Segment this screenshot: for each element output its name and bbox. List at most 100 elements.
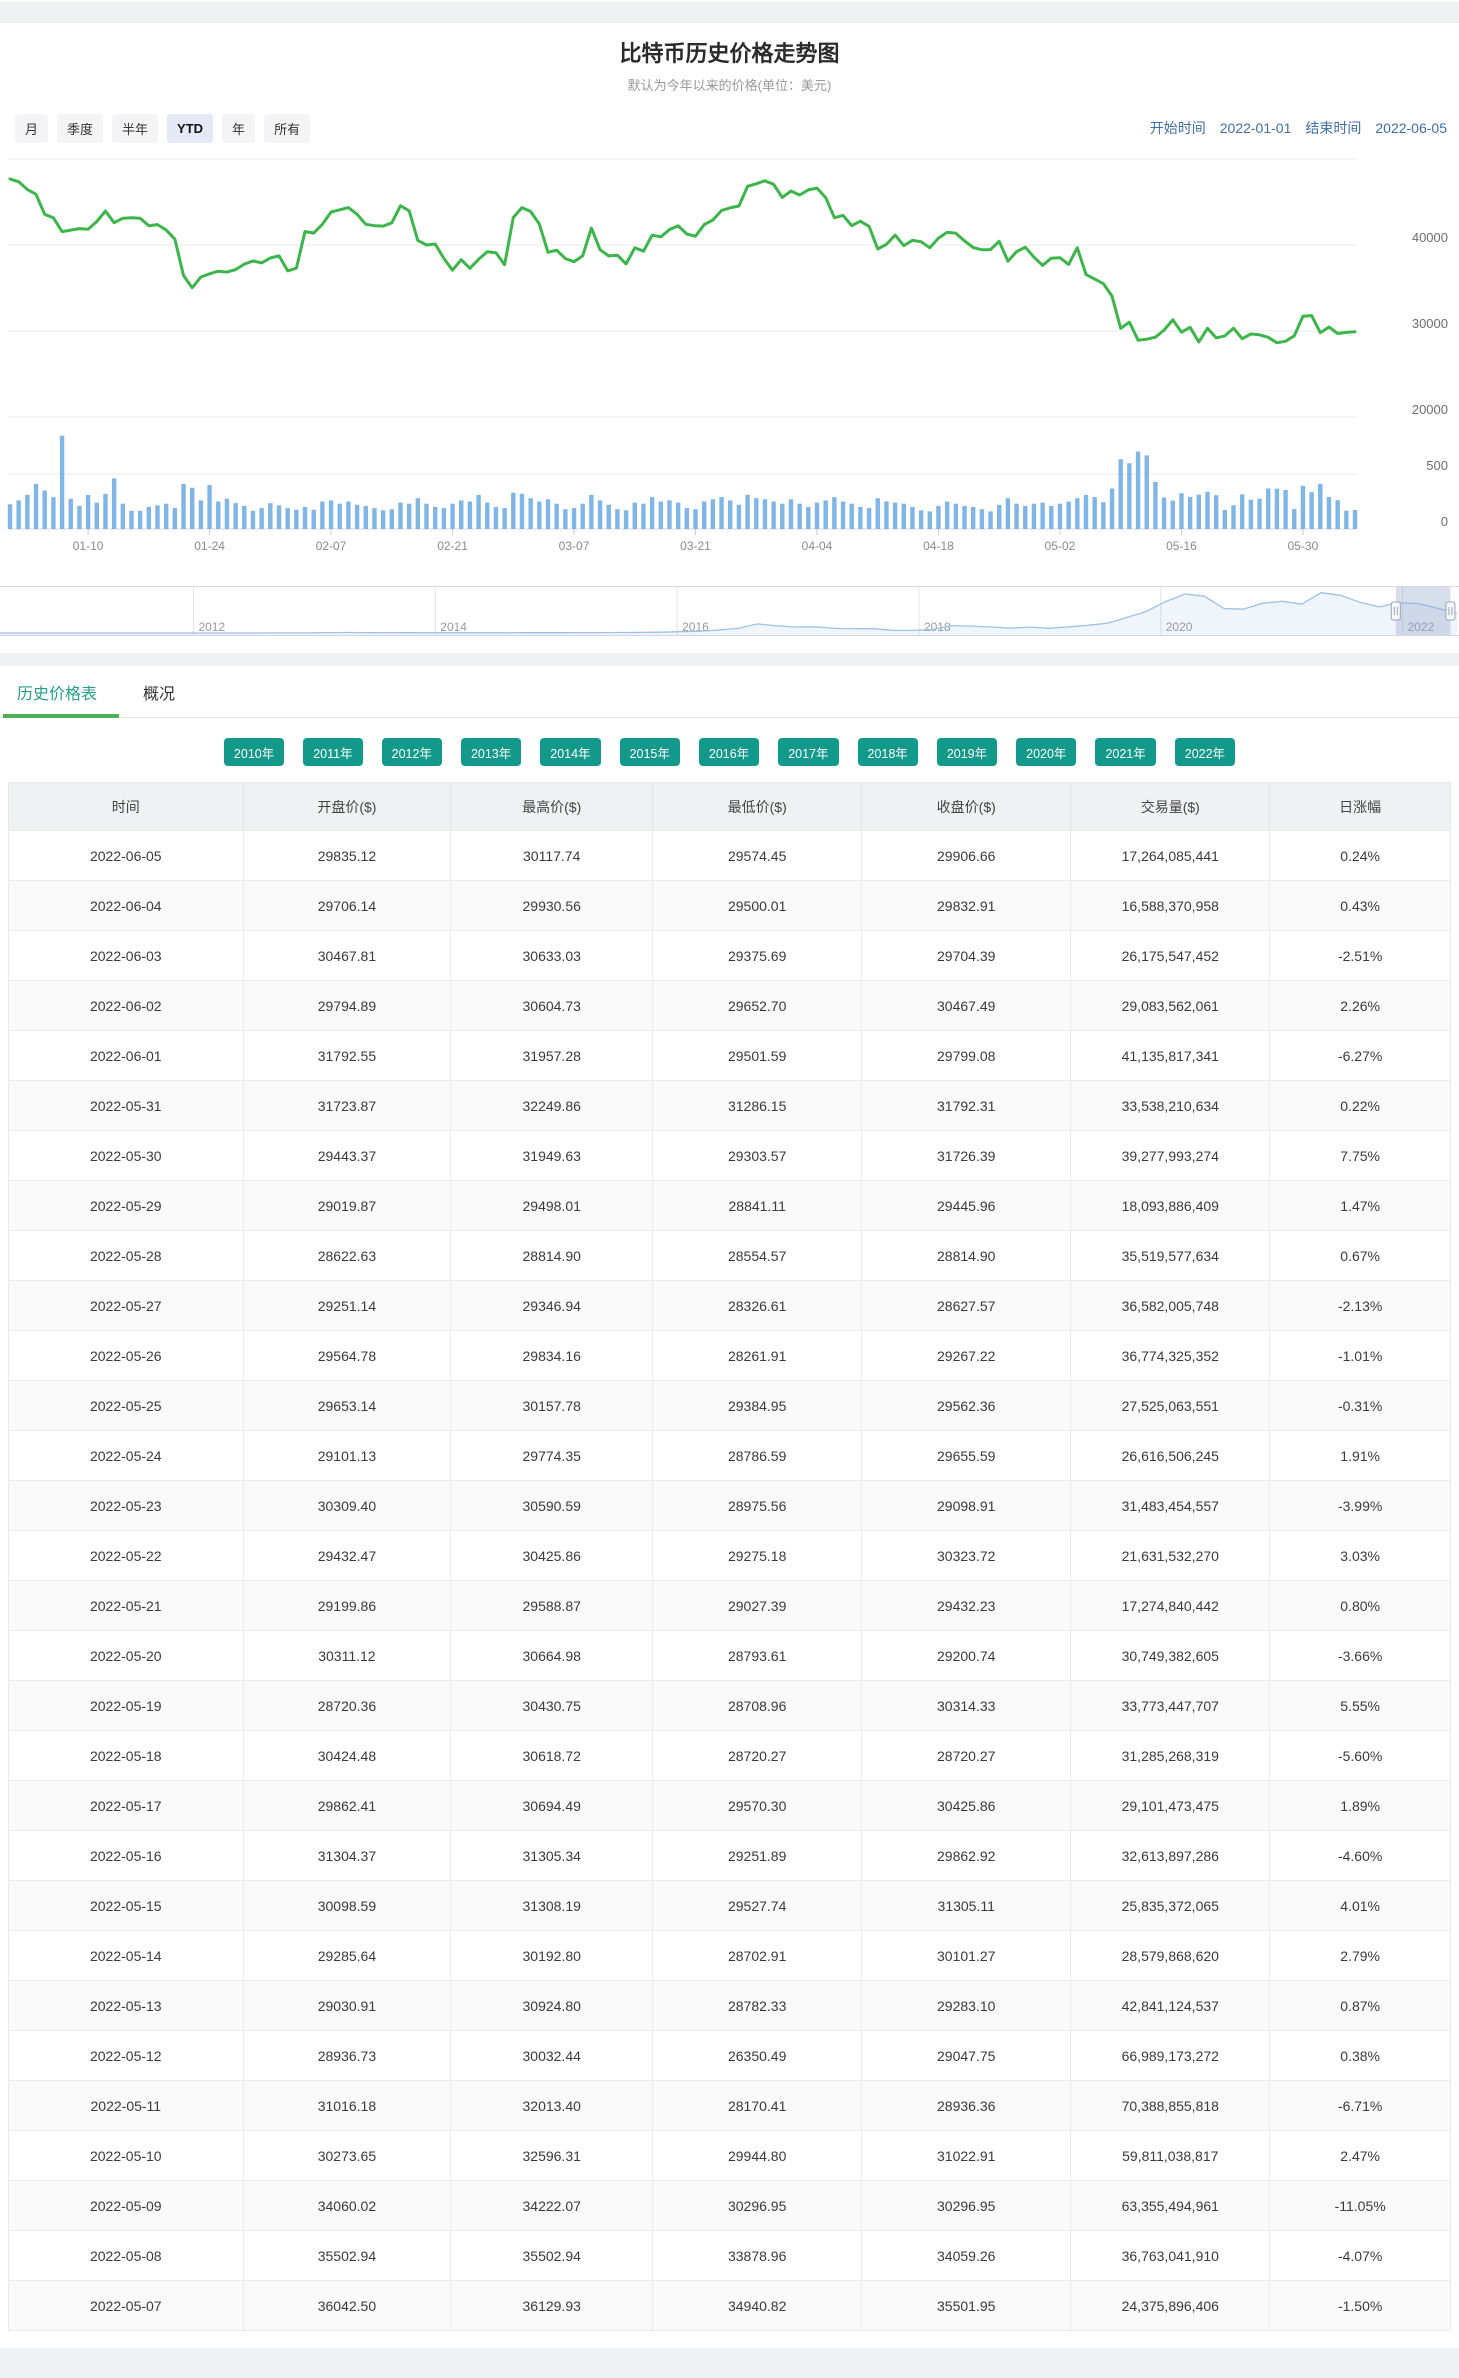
table-cell: 30664.98 xyxy=(451,1631,653,1681)
year-button-2013[interactable]: 2013年 xyxy=(461,738,521,766)
table-cell: -4.60% xyxy=(1270,1831,1451,1881)
table-cell: 30032.44 xyxy=(451,2031,653,2081)
table-cell: 35502.94 xyxy=(451,2231,653,2281)
table-cell: 29098.91 xyxy=(862,1481,1071,1531)
table-cell: 29653.14 xyxy=(243,1381,451,1431)
table-cell: 3.03% xyxy=(1270,1531,1451,1581)
table-row: 2022-06-0131792.5531957.2829501.5929799.… xyxy=(9,1031,1451,1081)
table-cell: 2.47% xyxy=(1270,2131,1451,2181)
svg-text:05-16: 05-16 xyxy=(1166,539,1197,553)
range-button-3-active[interactable]: YTD xyxy=(167,114,213,143)
svg-text:30000: 30000 xyxy=(1412,316,1448,331)
year-button-row: 2010年 2011年 2012年 2013年 2014年 2015年 2016年 2017年… xyxy=(0,738,1459,766)
table-cell: 29564.78 xyxy=(243,1331,451,1381)
table-cell: 29862.41 xyxy=(243,1781,451,1831)
table-cell: 31016.18 xyxy=(243,2081,451,2131)
start-date-value[interactable]: 2022-01-01 xyxy=(1220,120,1292,136)
range-button-0[interactable]: 月 xyxy=(15,114,48,143)
table-cell: 29799.08 xyxy=(862,1031,1071,1081)
table-row: 2022-06-0330467.8130633.0329375.6929704.… xyxy=(9,931,1451,981)
table-cell: 30430.75 xyxy=(451,1681,653,1731)
price-volume-chart[interactable]: 200003000040000500001-1001-2402-0702-210… xyxy=(0,145,1459,570)
year-button-2017[interactable]: 2017年 xyxy=(778,738,838,766)
table-cell: 29,101,473,475 xyxy=(1071,1781,1270,1831)
tab-history-price-table[interactable]: 历史价格表 xyxy=(17,666,97,717)
table-cell: 30098.59 xyxy=(243,1881,451,1931)
table-cell: 29562.36 xyxy=(862,1381,1071,1431)
table-cell: 36042.50 xyxy=(243,2281,451,2331)
table-cell: 31286.15 xyxy=(653,1081,862,1131)
table-cell: 2022-05-13 xyxy=(9,1981,244,2031)
table-cell: 31305.34 xyxy=(451,1831,653,1881)
table-cell: -4.07% xyxy=(1270,2231,1451,2281)
year-button-2016[interactable]: 2016年 xyxy=(699,738,759,766)
year-button-2022[interactable]: 2022年 xyxy=(1175,738,1235,766)
table-cell: 29588.87 xyxy=(451,1581,653,1631)
navigator-handle-left[interactable] xyxy=(1391,602,1400,620)
table-cell: 4.01% xyxy=(1270,1881,1451,1931)
price-line xyxy=(10,179,1355,343)
year-button-2020[interactable]: 2020年 xyxy=(1016,738,1076,766)
range-button-1[interactable]: 季度 xyxy=(57,114,103,143)
table-cell: 2022-05-08 xyxy=(9,2231,244,2281)
table-cell: 28936.73 xyxy=(243,2031,451,2081)
year-button-2018[interactable]: 2018年 xyxy=(858,738,918,766)
svg-text:20000: 20000 xyxy=(1412,402,1448,417)
year-button-2011[interactable]: 2011年 xyxy=(303,738,362,766)
table-cell: -3.99% xyxy=(1270,1481,1451,1531)
table-cell: 28814.90 xyxy=(451,1231,653,1281)
table-row: 2022-05-1729862.4130694.4929570.3030425.… xyxy=(9,1781,1451,1831)
year-button-2015[interactable]: 2015年 xyxy=(620,738,680,766)
table-cell: 17,274,840,442 xyxy=(1071,1581,1270,1631)
table-cell: 30296.95 xyxy=(862,2181,1071,2231)
table-cell: 28841.11 xyxy=(653,1181,862,1231)
table-row: 2022-05-1131016.1832013.4028170.4128936.… xyxy=(9,2081,1451,2131)
table-cell: -11.05% xyxy=(1270,2181,1451,2231)
table-cell: 28786.59 xyxy=(653,1431,862,1481)
timeline-navigator[interactable]: 201220142016201820202022 xyxy=(0,586,1459,636)
table-cell: 27,525,063,551 xyxy=(1071,1381,1270,1431)
range-button-4[interactable]: 年 xyxy=(222,114,255,143)
table-cell: 29047.75 xyxy=(862,2031,1071,2081)
table-cell: 36129.93 xyxy=(451,2281,653,2331)
table-cell: 28,579,868,620 xyxy=(1071,1931,1270,1981)
table-cell: 31022.91 xyxy=(862,2131,1071,2181)
table-cell: 28975.56 xyxy=(653,1481,862,1531)
navigator-year-label: 2014 xyxy=(440,620,467,634)
navigator-handle-right[interactable] xyxy=(1446,602,1455,620)
svg-text:500: 500 xyxy=(1426,458,1448,473)
table-cell: 2022-05-22 xyxy=(9,1531,244,1581)
table-cell: -0.31% xyxy=(1270,1381,1451,1431)
table-cell: -6.27% xyxy=(1270,1031,1451,1081)
range-button-2[interactable]: 半年 xyxy=(112,114,158,143)
table-cell: 2.26% xyxy=(1270,981,1451,1031)
table-cell: 35502.94 xyxy=(243,2231,451,2281)
table-cell: 0.67% xyxy=(1270,1231,1451,1281)
table-row: 2022-05-2828622.6328814.9028554.5728814.… xyxy=(9,1231,1451,1281)
range-button-group: 月季度半年 YTD 年所有 xyxy=(15,114,310,143)
table-cell: 28326.61 xyxy=(653,1281,862,1331)
table-cell: 29267.22 xyxy=(862,1331,1071,1381)
table-cell: 29835.12 xyxy=(243,831,451,881)
end-date-value[interactable]: 2022-06-05 xyxy=(1375,120,1447,136)
table-cell: 2022-05-07 xyxy=(9,2281,244,2331)
table-row: 2022-05-2929019.8729498.0128841.1129445.… xyxy=(9,1181,1451,1231)
range-button-5[interactable]: 所有 xyxy=(264,114,310,143)
navigator-selection[interactable] xyxy=(1396,587,1451,635)
table-cell: 31304.37 xyxy=(243,1831,451,1881)
tab-overview[interactable]: 概况 xyxy=(143,666,175,717)
table-cell: 29199.86 xyxy=(243,1581,451,1631)
table-cell: 2022-05-19 xyxy=(9,1681,244,1731)
year-button-2021[interactable]: 2021年 xyxy=(1095,738,1155,766)
table-row: 2022-05-1830424.4830618.7228720.2728720.… xyxy=(9,1731,1451,1781)
year-button-2019[interactable]: 2019年 xyxy=(937,738,997,766)
year-button-2014[interactable]: 2014年 xyxy=(540,738,600,766)
table-cell: 28261.91 xyxy=(653,1331,862,1381)
table-cell: 29930.56 xyxy=(451,881,653,931)
year-button-2010[interactable]: 2010年 xyxy=(224,738,284,766)
table-cell: 70,388,855,818 xyxy=(1071,2081,1270,2131)
year-button-2012[interactable]: 2012年 xyxy=(382,738,442,766)
table-cell: 31723.87 xyxy=(243,1081,451,1131)
table-cell: 2022-05-14 xyxy=(9,1931,244,1981)
table-cell: 59,811,038,817 xyxy=(1071,2131,1270,2181)
